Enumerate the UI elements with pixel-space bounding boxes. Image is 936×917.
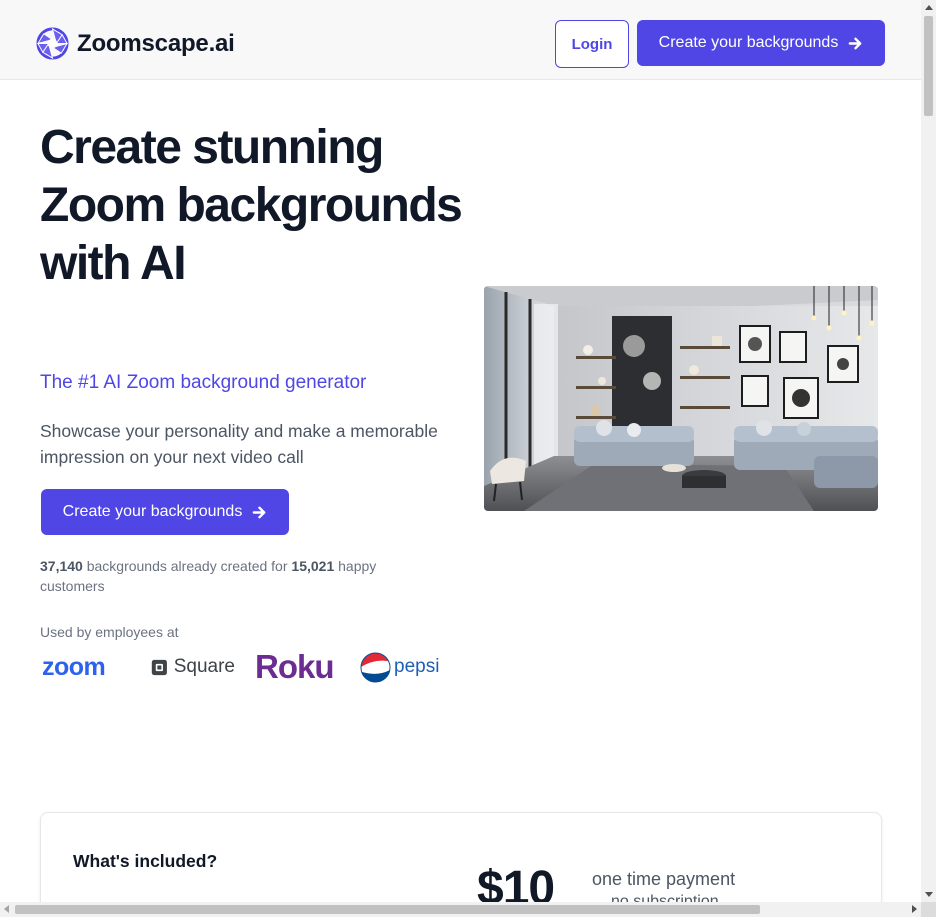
scrollbar-corner bbox=[921, 902, 936, 917]
roku-logo-text: Roku bbox=[255, 651, 334, 683]
scroll-right-arrow-icon[interactable] bbox=[912, 905, 917, 913]
living-room-illustration bbox=[484, 286, 878, 511]
scroll-up-arrow-icon[interactable] bbox=[925, 5, 933, 10]
login-button[interactable]: Login bbox=[555, 20, 629, 68]
used-by-label: Used by employees at bbox=[40, 624, 179, 640]
price-amount: $10 bbox=[477, 862, 555, 902]
roku-logo-mark: Roku bbox=[255, 651, 335, 683]
pepsi-logo: pepsi bbox=[360, 648, 444, 686]
brand[interactable]: Zoomscape.ai bbox=[36, 27, 235, 60]
square-logo-text: Square bbox=[173, 656, 235, 677]
brand-name: Zoomscape.ai bbox=[77, 29, 235, 57]
pepsi-globe-icon bbox=[360, 651, 391, 683]
page-viewport: Zoomscape.ai Login Create your backgroun… bbox=[0, 0, 921, 902]
zoom-logo-mark: zoom bbox=[42, 655, 106, 679]
hero-create-backgrounds-button[interactable]: Create your backgrounds bbox=[41, 489, 289, 535]
hero-cta-label: Create your backgrounds bbox=[62, 503, 243, 520]
scroll-down-arrow-icon[interactable] bbox=[925, 892, 933, 897]
hero-description: Showcase your personality and make a mem… bbox=[40, 421, 438, 467]
arrow-right-icon bbox=[252, 506, 266, 518]
header-create-backgrounds-button[interactable]: Create your backgrounds bbox=[637, 20, 885, 66]
whats-included-heading: What's included? bbox=[73, 851, 218, 871]
backgrounds-text: backgrounds already created for bbox=[82, 558, 292, 574]
hero-subtitle: The #1 AI Zoom background generator bbox=[40, 372, 367, 393]
pepsi-logo-text: pepsi bbox=[394, 656, 440, 677]
scroll-left-arrow-icon[interactable] bbox=[4, 905, 9, 913]
pricing-card: What's included? $10 one time payment no… bbox=[40, 812, 882, 902]
square-logo: Square bbox=[151, 648, 235, 686]
square-logo-icon bbox=[151, 659, 167, 675]
arrow-right-icon bbox=[848, 37, 862, 49]
hero-living-room-image bbox=[484, 286, 878, 511]
zoom-logo-text: zoom bbox=[42, 655, 105, 679]
vertical-scroll-thumb[interactable] bbox=[924, 16, 933, 116]
horizontal-scroll-thumb[interactable] bbox=[15, 905, 760, 914]
backgrounds-count: 37,140 bbox=[40, 558, 83, 574]
header-cta-label: Create your backgrounds bbox=[658, 34, 839, 51]
customers-count: 15,021 bbox=[291, 558, 335, 574]
horizontal-scrollbar[interactable] bbox=[0, 902, 921, 917]
usage-stats: 37,140 backgrounds already created for 1… bbox=[40, 556, 440, 596]
price-note-secondary: no subscription bbox=[611, 893, 719, 902]
vertical-scrollbar[interactable] bbox=[921, 0, 936, 902]
aperture-logo-icon bbox=[36, 27, 69, 60]
site-header: Zoomscape.ai Login Create your backgroun… bbox=[0, 0, 921, 80]
hero-title: Create stunning Zoom backgrounds with AI bbox=[40, 121, 463, 290]
zoom-logo: zoom bbox=[42, 648, 128, 686]
price-note: one time payment bbox=[592, 869, 736, 889]
roku-logo: Roku bbox=[255, 648, 337, 686]
